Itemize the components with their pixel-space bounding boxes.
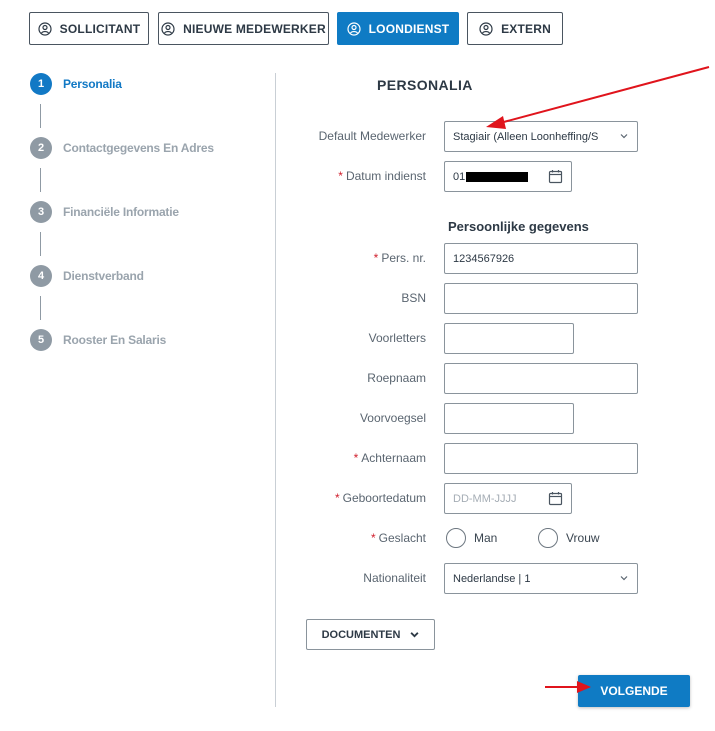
step-number: 4 — [30, 265, 52, 287]
chevron-down-icon — [410, 632, 419, 638]
pers-nr-label: * Pers. nr. — [373, 251, 426, 265]
nationaliteit-select[interactable]: Nederlandse | 1 — [444, 563, 638, 594]
role-button-label: EXTERN — [501, 21, 551, 36]
step-label: Rooster En Salaris — [63, 333, 167, 347]
role-button-extern[interactable]: EXTERN — [467, 12, 563, 45]
page-title: PERSONALIA — [377, 77, 473, 93]
input-value: 01 — [453, 170, 466, 183]
chevron-down-icon — [620, 576, 628, 581]
user-circle-icon — [479, 21, 493, 36]
datum-indienst-label: * Datum indienst — [338, 169, 426, 183]
step-label: Personalia — [63, 77, 122, 91]
step-connector — [40, 104, 41, 128]
geslacht-radio-vrouw[interactable]: Vrouw — [538, 528, 600, 548]
radio-circle[interactable] — [446, 528, 466, 548]
subsection-title: Persoonlijke gegevens — [448, 219, 589, 234]
step-number: 3 — [30, 201, 52, 223]
select-value: Nederlandse | 1 — [453, 572, 531, 585]
calendar-icon[interactable] — [548, 491, 563, 506]
step-label: Dienstverband — [63, 269, 144, 283]
step-number: 1 — [30, 73, 52, 95]
nationaliteit-label: Nationaliteit — [363, 571, 426, 585]
geboortedatum-label: * Geboortedatum — [334, 491, 426, 505]
role-button-nieuwe-medewerker[interactable]: NIEUWE MEDEWERKER — [158, 12, 329, 45]
step-number: 5 — [30, 329, 52, 351]
geslacht-label: * Geslacht — [370, 531, 426, 545]
step-connector — [40, 232, 41, 256]
roepnaam-label: Roepnaam — [367, 371, 426, 385]
role-button-label: SOLLICITANT — [59, 21, 141, 36]
user-circle-icon — [38, 21, 52, 36]
annotation-arrow — [486, 66, 710, 129]
voorvoegsel-input[interactable] — [444, 403, 574, 434]
next-button-label: VOLGENDE — [600, 684, 668, 698]
select-value: Stagiair (Alleen Loonheffing/S — [453, 130, 599, 143]
datum-indienst-input[interactable]: 01 — [444, 161, 572, 192]
step-rooster-en-salaris[interactable]: 5 Rooster En Salaris — [30, 329, 166, 351]
geslacht-radio-man[interactable]: Man — [446, 528, 497, 548]
voorvoegsel-label: Voorvoegsel — [359, 411, 426, 425]
default-medewerker-select[interactable]: Stagiair (Alleen Loonheffing/S — [444, 121, 638, 152]
achternaam-label: * Achternaam — [353, 451, 426, 465]
role-button-loondienst[interactable]: LOONDIENST — [337, 12, 459, 45]
input-value: 1234567926 — [453, 252, 515, 265]
radio-label: Man — [474, 531, 498, 545]
voorletters-label: Voorletters — [368, 331, 426, 345]
next-button[interactable]: VOLGENDE — [578, 675, 690, 707]
bsn-input[interactable] — [444, 283, 638, 314]
roepnaam-input[interactable] — [444, 363, 638, 394]
step-dienstverband[interactable]: 4 Dienstverband — [30, 265, 144, 287]
user-circle-icon — [347, 21, 361, 36]
input-placeholder: DD-MM-JJJJ — [453, 492, 517, 505]
user-circle-icon — [161, 21, 175, 36]
achternaam-input[interactable] — [444, 443, 638, 474]
radio-circle[interactable] — [538, 528, 558, 548]
step-number: 2 — [30, 137, 52, 159]
role-button-label: LOONDIENST — [368, 21, 450, 36]
step-financiele-informatie[interactable]: 3 Financiële Informatie — [30, 201, 179, 223]
step-personalia[interactable]: 1 Personalia — [30, 73, 122, 95]
chevron-down-icon — [620, 134, 628, 139]
vertical-divider — [275, 73, 276, 707]
step-label: Financiële Informatie — [63, 205, 179, 219]
role-button-label: NIEUWE MEDEWERKER — [183, 21, 326, 36]
step-connector — [40, 168, 41, 192]
documents-button-label: DOCUMENTEN — [321, 628, 401, 641]
bsn-label: BSN — [401, 291, 426, 305]
redaction-box — [466, 171, 529, 182]
default-medewerker-label: Default Medewerker — [318, 129, 426, 143]
step-contactgegevens[interactable]: 2 Contactgegevens En Adres — [30, 137, 214, 159]
step-connector — [40, 296, 41, 320]
step-label: Contactgegevens En Adres — [63, 141, 214, 155]
role-button-sollicitant[interactable]: SOLLICITANT — [29, 12, 149, 45]
voorletters-input[interactable] — [444, 323, 574, 354]
radio-label: Vrouw — [566, 531, 600, 545]
documents-button[interactable]: DOCUMENTEN — [306, 619, 435, 650]
geboortedatum-input[interactable]: DD-MM-JJJJ — [444, 483, 572, 514]
pers-nr-input[interactable]: 1234567926 — [444, 243, 638, 274]
calendar-icon[interactable] — [548, 169, 563, 184]
